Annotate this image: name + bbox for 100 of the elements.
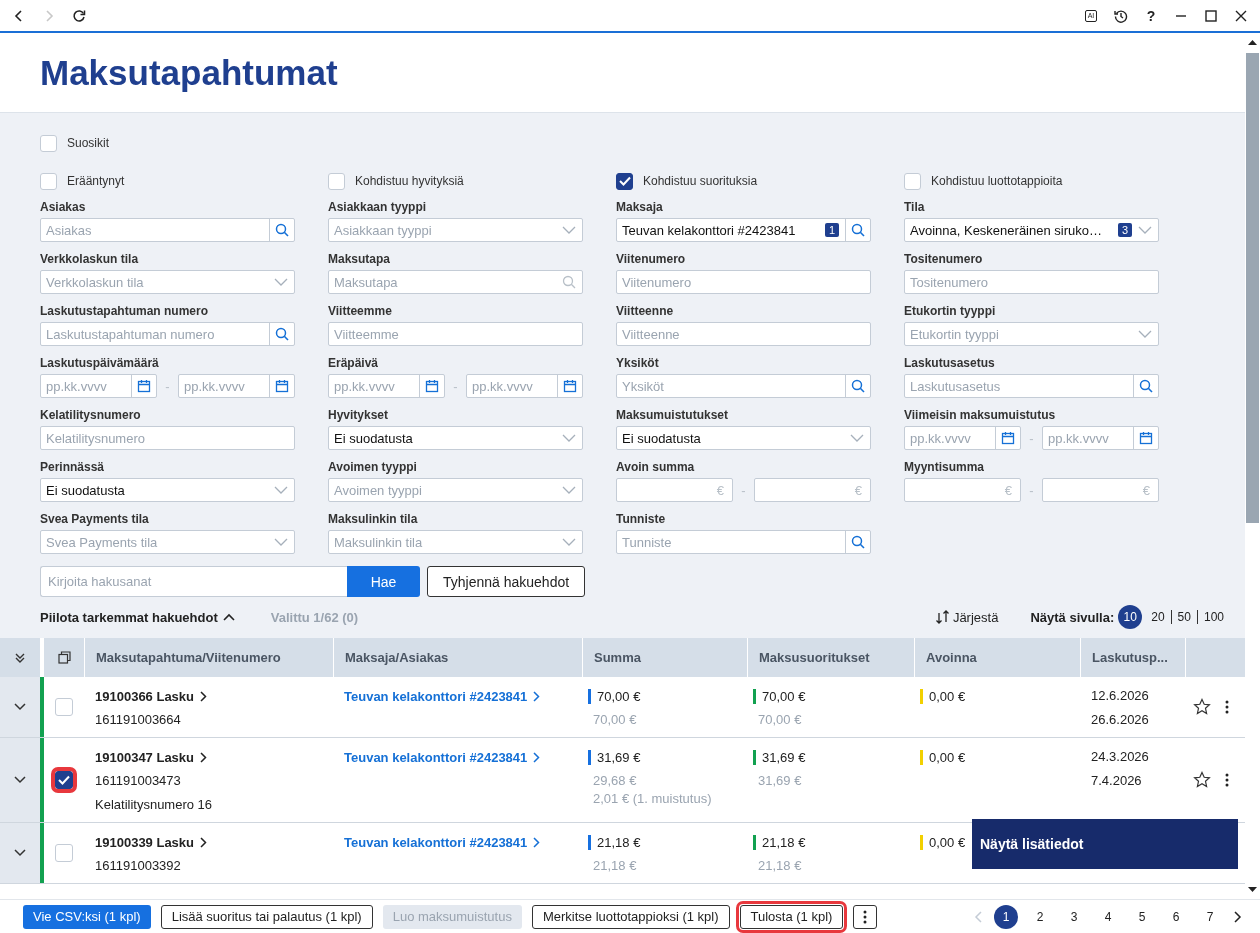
text-field[interactable]: Tositenumero [904,270,1159,294]
more-button[interactable] [853,904,878,929]
checkbox-label: Kohdistuu luottotappioita [931,174,1063,188]
dropdown[interactable]: Ei suodatusta [40,478,295,502]
column-header[interactable]: Laskutusp... [1080,638,1185,677]
payer-link[interactable]: Teuvan kelakonttori #2423841 [344,748,541,766]
tooltip: Näytä lisätiedot [972,819,1238,869]
payer-link[interactable]: Teuvan kelakonttori #2423841 [344,687,541,705]
search-button[interactable]: Hae [347,566,420,597]
action-button[interactable]: Merkitse luottotappioksi (1 kpl) [531,904,730,929]
page-button[interactable]: 6 [1164,904,1188,929]
field-label: Svea Payments tila [40,512,150,527]
caret-icon [562,486,576,494]
calendar-icon [425,379,439,393]
page-button[interactable]: 4 [1096,904,1120,929]
page-button[interactable]: 2 [1028,904,1052,929]
expand-icon[interactable] [14,849,26,857]
open-amount: 0,00 € [920,833,966,851]
page-size-label: Näytä sivulla: [1030,609,1115,625]
column-header[interactable]: Maksutapahtuma/Viitenumero [84,638,333,677]
sum-detail: 70,00 € [593,711,637,729]
count-badge: 1 [824,223,839,237]
page-button[interactable]: 7 [1198,904,1222,929]
dropdown[interactable]: Ei suodatusta [616,426,871,450]
sum-detail: 21,18 € [593,857,637,875]
text-field[interactable]: Kelatilitysnumero [40,426,295,450]
search-field[interactable]: Laskutusasetus [904,374,1159,398]
caret-icon [274,278,288,286]
scrollbar-thumb[interactable] [1246,53,1259,523]
action-button[interactable]: Vie CSV:ksi (1 kpl) [23,904,151,929]
count-badge: 3 [1117,223,1132,237]
invoice-link[interactable]: 19100347 Lasku [95,748,208,766]
more-icon[interactable] [1225,773,1229,787]
search-field[interactable]: Asiakas [40,218,295,242]
expand-icon[interactable] [14,776,26,784]
payer-link[interactable]: Teuvan kelakonttori #2423841 [344,833,541,851]
copy-icon[interactable] [57,651,71,664]
expand-icon[interactable] [14,703,26,711]
hide-filters-button[interactable]: Piilota tarkemmat hakuehdot [40,609,235,625]
reference-number: 161191003473 [95,772,181,790]
dropdown[interactable]: Ei suodatusta [328,426,583,450]
calendar-icon [137,379,151,393]
dropdown[interactable]: Maksulinkin tila [328,530,583,554]
page-size-option[interactable]: 10 [1118,605,1143,629]
page-button[interactable]: 1 [994,904,1018,929]
column-header[interactable]: Summa [582,638,747,677]
checkbox[interactable] [616,172,633,190]
text-field[interactable]: Viitteemme [328,322,583,346]
dropdown[interactable]: Etukortin tyyppi [904,322,1159,346]
page-title: Maksutapahtumat [40,52,338,93]
field-label: Asiakas [40,200,87,215]
invoice-link[interactable]: 19100339 Lasku [95,833,208,851]
invoice-link[interactable]: 19100366 Lasku [95,687,208,705]
date-field[interactable]: pp.kk.vvvv [40,374,157,398]
dropdown[interactable]: Svea Payments tila [40,530,295,554]
column-header[interactable]: Avoinna [914,638,1080,677]
field-label: Verkkolaskun tila [40,252,140,267]
search-field[interactable]: Tunniste [616,530,871,554]
star-icon[interactable] [1193,771,1211,789]
dropdown[interactable]: Avoimen tyyppi [328,478,583,502]
more-icon[interactable] [1225,700,1229,714]
search-icon [275,327,289,341]
date-field[interactable]: pp.kk.vvvv [466,374,583,398]
search-icon [562,275,576,289]
calendar-icon [563,379,577,393]
help-button[interactable]: ? [1140,4,1162,27]
page-size-option[interactable]: 20 [1145,610,1171,624]
field-label: Maksulinkin tila [328,512,419,527]
dropdown[interactable]: Verkkolaskun tila [40,270,295,294]
column-header[interactable]: Maksusuoritukset [747,638,914,677]
page-size-option[interactable]: 50 [1170,610,1197,624]
action-button[interactable]: Lisää suoritus tai palautus (1 kpl) [160,904,373,929]
page-size-option[interactable]: 100 [1196,610,1230,624]
page-button[interactable]: 5 [1130,904,1154,929]
page-button[interactable]: 3 [1062,904,1086,929]
dropdown[interactable]: Avoinna, Keskeneräinen siruko… 3 [904,218,1159,242]
date-field[interactable]: pp.kk.vvvv [328,374,445,398]
clear-filters-button[interactable]: Tyhjennä hakuehdot [427,566,586,597]
range-separator: - [164,378,171,394]
text-field[interactable]: Viitteenne [616,322,871,346]
date-field[interactable]: pp.kk.vvvv [178,374,295,398]
dropdown[interactable]: Asiakkaan tyyppi [328,218,583,242]
search-field[interactable]: Yksiköt [616,374,871,398]
search-field[interactable]: Teuvan kelakonttori #2423841 1 [616,218,871,242]
next-page-icon[interactable] [1232,910,1242,923]
search-field[interactable]: Maksutapa [328,270,583,294]
expand-all-icon[interactable] [14,651,26,664]
search-field[interactable]: Kirjoita hakusanat [40,566,347,597]
field-label: Kelatilitysnumero [40,408,142,423]
date-field[interactable]: pp.kk.vvvv [904,426,1021,450]
text-field[interactable]: Viitenumero [616,270,871,294]
sum-detail: 2,01 € (1. muistutus) [593,790,712,808]
sort-button[interactable]: Järjestä [934,609,999,625]
payment-detail: 21,18 € [758,857,802,875]
range-separator: - [740,482,747,498]
star-icon[interactable] [1193,698,1211,716]
search-field[interactable]: Laskutustapahtuman numero [40,322,295,346]
column-header[interactable]: Maksaja/Asiakas [333,638,582,677]
date-field[interactable]: pp.kk.vvvv [1042,426,1159,450]
field-label: Tositenumero [904,252,984,267]
